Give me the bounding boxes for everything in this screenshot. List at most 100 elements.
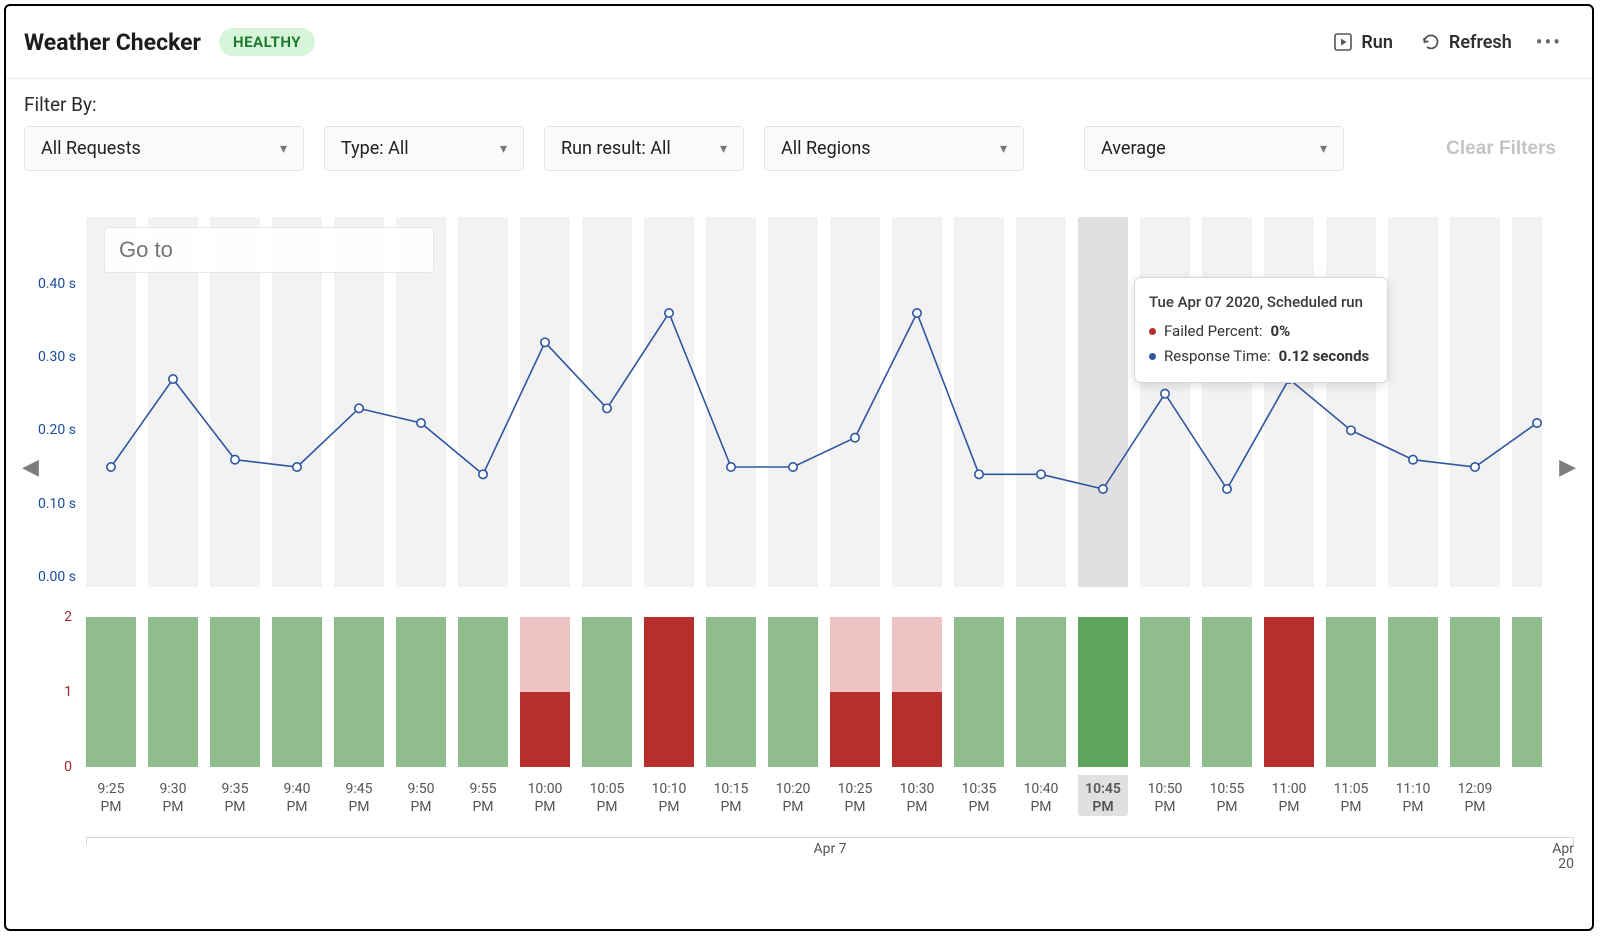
status-bar[interactable] bbox=[1264, 617, 1314, 767]
line-point[interactable] bbox=[789, 463, 797, 471]
filter-requests[interactable]: All Requests ▾ bbox=[24, 126, 304, 171]
status-bar[interactable] bbox=[1450, 617, 1500, 767]
line-point[interactable] bbox=[665, 309, 673, 317]
line-point[interactable] bbox=[107, 463, 115, 471]
filter-run-result[interactable]: Run result: All ▾ bbox=[544, 126, 744, 171]
chart-tooltip: Tue Apr 07 2020, Scheduled run Failed Pe… bbox=[1134, 277, 1388, 383]
line-point[interactable] bbox=[913, 309, 921, 317]
status-bar[interactable] bbox=[1016, 617, 1066, 767]
tooltip-failed-label: Failed Percent: bbox=[1164, 319, 1263, 345]
line-point[interactable] bbox=[1409, 455, 1417, 463]
filter-type[interactable]: Type: All ▾ bbox=[324, 126, 524, 171]
status-bar[interactable] bbox=[1202, 617, 1252, 767]
status-bar[interactable] bbox=[768, 617, 818, 767]
y2-tick: 0 bbox=[64, 759, 72, 775]
clear-filters-button[interactable]: Clear Filters bbox=[1428, 127, 1574, 171]
refresh-button[interactable]: Refresh bbox=[1407, 26, 1526, 59]
line-point[interactable] bbox=[1223, 485, 1231, 493]
x-tick: 10:00PM bbox=[520, 775, 570, 816]
line-point[interactable] bbox=[293, 463, 301, 471]
line-point[interactable] bbox=[603, 404, 611, 412]
stacked-plot-area[interactable] bbox=[86, 617, 1574, 767]
tooltip-dot-failed bbox=[1149, 328, 1156, 335]
x-tick: 10:15PM bbox=[706, 775, 756, 816]
y-tick: 0.10 s bbox=[38, 496, 76, 512]
y2-tick: 1 bbox=[64, 684, 72, 700]
x-tick: 11:10PM bbox=[1388, 775, 1438, 816]
chart-next-button[interactable]: ▶ bbox=[1559, 455, 1576, 480]
x-tick: 9:25PM bbox=[86, 775, 136, 816]
status-badge: HEALTHY bbox=[219, 28, 315, 56]
status-bar[interactable] bbox=[1388, 617, 1438, 767]
date-tick-right: Apr20 bbox=[1552, 842, 1574, 873]
x-tick: 9:45PM bbox=[334, 775, 384, 816]
status-bar[interactable] bbox=[644, 617, 694, 767]
filter-aggregation-value: Average bbox=[1101, 138, 1166, 159]
y-tick: 0.00 s bbox=[38, 569, 76, 585]
x-tick: 9:35PM bbox=[210, 775, 260, 816]
chevron-down-icon: ▾ bbox=[1320, 141, 1327, 157]
x-tick: 10:45PM bbox=[1078, 775, 1128, 816]
line-point[interactable] bbox=[169, 375, 177, 383]
refresh-button-label: Refresh bbox=[1449, 32, 1512, 53]
page-title: Weather Checker bbox=[24, 29, 201, 56]
filter-regions[interactable]: All Regions ▾ bbox=[764, 126, 1024, 171]
run-status-chart: 012 bbox=[24, 617, 1574, 767]
line-point[interactable] bbox=[975, 470, 983, 478]
status-bar[interactable] bbox=[1078, 617, 1128, 767]
chevron-down-icon: ▾ bbox=[280, 141, 287, 157]
status-bar[interactable] bbox=[1140, 617, 1190, 767]
chevron-down-icon: ▾ bbox=[1000, 141, 1007, 157]
x-tick: 10:35PM bbox=[954, 775, 1004, 816]
status-bar[interactable] bbox=[272, 617, 322, 767]
line-point[interactable] bbox=[479, 470, 487, 478]
status-bar[interactable] bbox=[1326, 617, 1376, 767]
x-tick: 10:55PM bbox=[1202, 775, 1252, 816]
line-point[interactable] bbox=[355, 404, 363, 412]
tooltip-failed-value: 0% bbox=[1271, 319, 1291, 345]
x-tick: 10:05PM bbox=[582, 775, 632, 816]
status-bar[interactable] bbox=[892, 617, 942, 767]
status-bar[interactable] bbox=[582, 617, 632, 767]
line-point[interactable] bbox=[1161, 389, 1169, 397]
filter-requests-value: All Requests bbox=[41, 138, 141, 159]
goto-input[interactable] bbox=[104, 227, 434, 273]
line-point[interactable] bbox=[1533, 419, 1541, 427]
more-menu-button[interactable]: ••• bbox=[1526, 24, 1572, 60]
status-bar[interactable] bbox=[458, 617, 508, 767]
filter-run-result-value: Run result: All bbox=[561, 138, 671, 159]
filter-aggregation[interactable]: Average ▾ bbox=[1084, 126, 1344, 171]
line-point[interactable] bbox=[541, 338, 549, 346]
status-bar[interactable] bbox=[210, 617, 260, 767]
line-point[interactable] bbox=[1099, 485, 1107, 493]
line-point[interactable] bbox=[1037, 470, 1045, 478]
x-axis: 9:25PM9:30PM9:35PM9:40PM9:45PM9:50PM9:55… bbox=[24, 775, 1574, 835]
status-bar[interactable] bbox=[86, 617, 136, 767]
line-point[interactable] bbox=[727, 463, 735, 471]
filter-regions-value: All Regions bbox=[781, 138, 871, 159]
x-tick: 10:30PM bbox=[892, 775, 942, 816]
x-tick: 11:00PM bbox=[1264, 775, 1314, 816]
status-bar[interactable] bbox=[954, 617, 1004, 767]
line-point[interactable] bbox=[851, 433, 859, 441]
line-point[interactable] bbox=[231, 455, 239, 463]
status-bar[interactable] bbox=[830, 617, 880, 767]
x-tick: 10:20PM bbox=[768, 775, 818, 816]
status-bar[interactable] bbox=[334, 617, 384, 767]
line-point[interactable] bbox=[1471, 463, 1479, 471]
status-bar[interactable] bbox=[706, 617, 756, 767]
filter-label: Filter By: bbox=[24, 93, 1574, 116]
filter-bar: Filter By: All Requests ▾ Type: All ▾ Ru… bbox=[6, 79, 1592, 171]
line-point[interactable] bbox=[417, 419, 425, 427]
chevron-down-icon: ▾ bbox=[720, 141, 727, 157]
status-bar[interactable] bbox=[520, 617, 570, 767]
stacked-y-axis: 012 bbox=[24, 617, 82, 767]
line-point[interactable] bbox=[1347, 426, 1355, 434]
run-button[interactable]: Run bbox=[1319, 26, 1407, 59]
status-bar[interactable] bbox=[396, 617, 446, 767]
tooltip-title: Tue Apr 07 2020, Scheduled run bbox=[1149, 290, 1369, 316]
y-tick: 0.20 s bbox=[38, 422, 76, 438]
status-bar[interactable] bbox=[148, 617, 198, 767]
chart-prev-button[interactable]: ◀ bbox=[22, 455, 39, 480]
status-bar[interactable] bbox=[1512, 617, 1542, 767]
